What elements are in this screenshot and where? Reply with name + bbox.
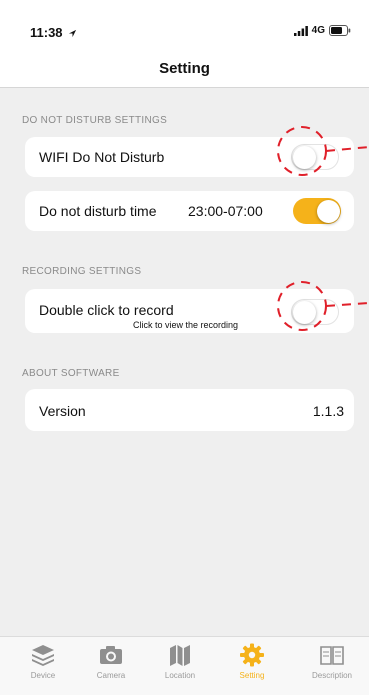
nav-bar: Setting [0,56,369,88]
dnd-time-value: 23:00-07:00 [188,203,263,219]
section-header-about: ABOUT SOFTWARE [22,368,120,379]
annotation-overlay [277,126,369,331]
toggle-knob [293,300,316,324]
wifi-dnd-label: WIFI Do Not Disturb [39,149,165,165]
tab-location-label: Location [164,671,196,680]
version-value: 1.1.3 [312,403,344,419]
gear-icon [240,643,264,667]
dnd-time-label: Do not disturb time [39,203,157,219]
signal-icon [293,25,308,36]
page-title: Setting [159,60,210,77]
tab-camera[interactable]: Camera [81,643,141,680]
section-header-dnd: DO NOT DISTURB SETTINGS [22,115,168,126]
tab-setting[interactable]: Setting [222,643,282,680]
toggle-knob [293,145,316,169]
wifi-dnd-row: WIFI Do Not Disturb [25,137,354,177]
status-time-text: 11:38 [30,25,63,40]
double-click-record-row: Double click to record Click to view the… [25,289,354,333]
dnd-time-toggle[interactable] [293,198,341,224]
camera-icon [100,646,122,664]
section-header-recording: RECORDING SETTINGS [22,266,142,277]
tab-device[interactable]: Device [13,643,73,680]
wifi-dnd-toggle[interactable] [291,144,339,170]
dnd-time-row[interactable]: Do not disturb time 23:00-07:00 [25,191,354,231]
layers-icon [32,645,54,666]
tab-description-label: Description [311,671,352,680]
status-bar: 11:38 4G [0,0,369,56]
book-icon [320,646,344,665]
toggle-knob [316,199,340,223]
tab-device-label: Device [30,671,56,680]
status-right: 4G [293,25,351,36]
version-row: Version 1.1.3 [25,389,354,431]
tab-description[interactable]: Description [302,643,362,680]
double-click-record-label: Double click to record [39,302,174,318]
double-click-record-toggle[interactable] [291,299,339,325]
location-arrow-icon [69,29,77,38]
status-time: 11:38 [30,25,77,40]
battery-icon [329,25,351,36]
tab-camera-label: Camera [96,671,126,680]
version-label: Version [39,403,86,419]
map-icon [170,645,190,666]
double-click-record-hint: Click to view the recording [133,320,239,330]
tab-location[interactable]: Location [150,643,210,680]
network-type: 4G [311,25,325,36]
tab-bar: Device Camera Location Setting Descripti… [0,636,369,695]
tab-setting-label: Setting [239,671,265,680]
